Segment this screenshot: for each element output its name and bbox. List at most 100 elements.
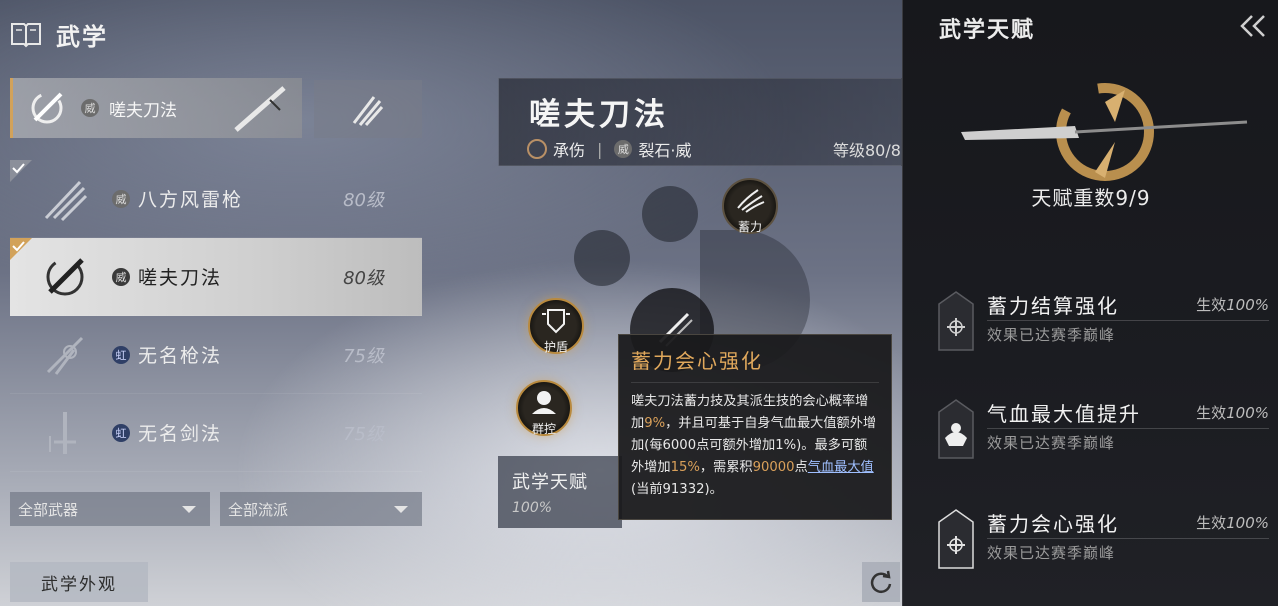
shield-icon	[542, 309, 570, 334]
school-filter-value: 全部流派	[228, 500, 289, 519]
list-item[interactable]: 威 八方风雷枪 80级	[10, 160, 422, 238]
divider	[987, 428, 1269, 429]
crowd-control-skill-node[interactable]: 群控	[516, 380, 572, 436]
faction-glyph: 威	[614, 140, 633, 158]
appearance-button[interactable]: 武学外观	[10, 562, 148, 602]
page-header: 武学	[10, 14, 108, 54]
talent-item[interactable]: 气血最大值提升 生效100% 效果已达赛季巅峰	[937, 398, 1273, 478]
back-double-chevron-icon[interactable]	[1236, 14, 1270, 38]
talent-item[interactable]: 蓄力结算强化 生效100% 效果已达赛季巅峰	[937, 290, 1273, 370]
crowd-icon	[532, 391, 556, 414]
sword-icon	[49, 411, 76, 454]
talent-effect-prefix: 生效	[1196, 296, 1227, 314]
empty-skill-node[interactable]	[574, 230, 630, 286]
martial-level: 80级	[343, 189, 384, 211]
tank-role-icon	[527, 139, 547, 159]
max-hp-link[interactable]: 气血最大值	[808, 460, 874, 475]
martial-tags: 承伤 | 威 裂石·威	[527, 137, 692, 161]
talent-description: 效果已达赛季巅峰	[987, 544, 1116, 562]
claw-icon	[352, 96, 384, 126]
weapon-switch-card[interactable]	[314, 80, 422, 138]
martial-list: 威 八方风雷枪 80级 威 嗟夫刀法 80级 虹 无名枪法 75级 虹 无名剑法…	[10, 160, 422, 472]
empty-skill-node[interactable]	[642, 186, 698, 242]
talent-effect: 生效100%	[1196, 294, 1269, 315]
talent-item[interactable]: 蓄力会心强化 生效100% 效果已达赛季巅峰	[937, 508, 1273, 588]
school-filter-dropdown[interactable]: 全部流派	[220, 492, 422, 526]
weapon-filter-dropdown[interactable]: 全部武器	[10, 492, 210, 526]
talent-effect-value: 100%	[1226, 514, 1269, 532]
check-corner-icon	[10, 160, 32, 182]
talent-badge-icon	[938, 399, 974, 459]
blade-icon	[46, 257, 84, 295]
faction-glyph: 威	[81, 99, 99, 117]
martial-talent-summary[interactable]: 武学天赋 100%	[498, 456, 622, 528]
skill-label: 群控	[531, 422, 556, 436]
martial-level-text: 等级80/8	[833, 141, 901, 160]
martial-name: 八方风雷枪	[138, 189, 244, 211]
faction-glyph: 威	[112, 267, 130, 286]
blade-icon	[31, 92, 63, 124]
talent-panel: 武学天赋 天赋重数9/9 蓄力结算强化 生效100% 效果已达赛季巅峰 气血最大…	[902, 0, 1278, 606]
weapon-filter-value: 全部武器	[18, 500, 79, 519]
talent-description: 效果已达赛季巅峰	[987, 326, 1116, 344]
talent-panel-title: 武学天赋	[939, 18, 1036, 43]
martial-level: 80级	[343, 267, 384, 289]
shield-skill-node[interactable]: 护盾	[528, 298, 584, 354]
talent-effect-value: 100%	[1226, 296, 1269, 314]
tooltip-text: 点	[794, 460, 808, 475]
selected-martial-card[interactable]: 威 嗟夫刀法	[10, 78, 302, 138]
faction-glyph: 威	[112, 189, 130, 208]
talent-summary-label: 武学天赋	[512, 472, 588, 493]
divider	[987, 320, 1269, 321]
tooltip-title: 蓄力会心强化	[631, 345, 879, 383]
tooltip-text: (当前91332)。	[631, 482, 723, 497]
skill-tooltip: 蓄力会心强化 嗟夫刀法蓄力技及其派生技的会心概率增加9%，并且可基于自身气血最大…	[618, 334, 892, 520]
talent-count: 天赋重数9/9	[1031, 186, 1151, 210]
tooltip-text: ，需累积	[699, 460, 753, 475]
tooltip-highlight: 90000	[752, 460, 795, 475]
martial-info-banner: 嗟夫刀法 承伤 | 威 裂石·威 等级80/8	[498, 78, 902, 166]
reset-button[interactable]	[862, 562, 900, 602]
faction-glyph: 虹	[112, 423, 130, 442]
page-title: 武学	[56, 22, 108, 51]
talent-effect: 生效100%	[1196, 402, 1269, 423]
list-item[interactable]: 威 嗟夫刀法 80级	[10, 238, 422, 316]
martial-level: 75级	[343, 345, 384, 367]
check-corner-icon	[10, 238, 32, 260]
divider	[987, 538, 1269, 539]
talent-effect-value: 100%	[1226, 404, 1269, 422]
role-tag: 承伤	[553, 141, 586, 160]
spear-icon	[44, 180, 88, 221]
selected-martial-name: 嗟夫刀法	[109, 100, 177, 121]
talent-name: 蓄力会心强化	[987, 512, 1119, 536]
tooltip-highlight: 9%	[644, 416, 666, 431]
martial-name: 无名枪法	[138, 345, 223, 367]
list-item[interactable]: 虹 无名枪法 75级	[10, 316, 422, 394]
burst-icon	[737, 189, 765, 213]
charge-skill-node[interactable]: 蓄力	[722, 178, 778, 234]
martial-title: 嗟夫刀法	[529, 97, 669, 133]
list-item[interactable]: 虹 无名剑法 75级	[10, 394, 422, 472]
talent-badge-icon	[938, 291, 974, 351]
talent-summary-value: 100%	[512, 500, 553, 516]
weapon-blade-icon	[234, 86, 286, 132]
tag-separator: |	[597, 139, 603, 159]
chevron-down-icon	[394, 506, 408, 513]
talent-name: 气血最大值提升	[987, 402, 1141, 426]
book-icon	[11, 23, 41, 48]
martial-name: 无名剑法	[138, 423, 223, 445]
weapon-emblem-icon	[961, 83, 1248, 181]
spear-icon	[46, 336, 84, 375]
skill-label: 蓄力	[737, 220, 762, 234]
tooltip-body: 嗟夫刀法蓄力技及其派生技的会心概率增加9%，并且可基于自身气血最大值额外增加(每…	[631, 391, 879, 501]
martial-name: 嗟夫刀法	[138, 267, 223, 289]
reset-icon	[870, 570, 892, 593]
talent-effect-prefix: 生效	[1196, 404, 1227, 422]
faction-glyph: 虹	[112, 345, 130, 364]
chevron-down-icon	[182, 506, 196, 513]
school-tag: 裂石·威	[638, 141, 692, 160]
talent-description: 效果已达赛季巅峰	[987, 434, 1116, 452]
filter-bar: 全部武器 全部流派	[10, 492, 422, 526]
talent-effect: 生效100%	[1196, 512, 1269, 533]
talent-name: 蓄力结算强化	[987, 294, 1119, 318]
